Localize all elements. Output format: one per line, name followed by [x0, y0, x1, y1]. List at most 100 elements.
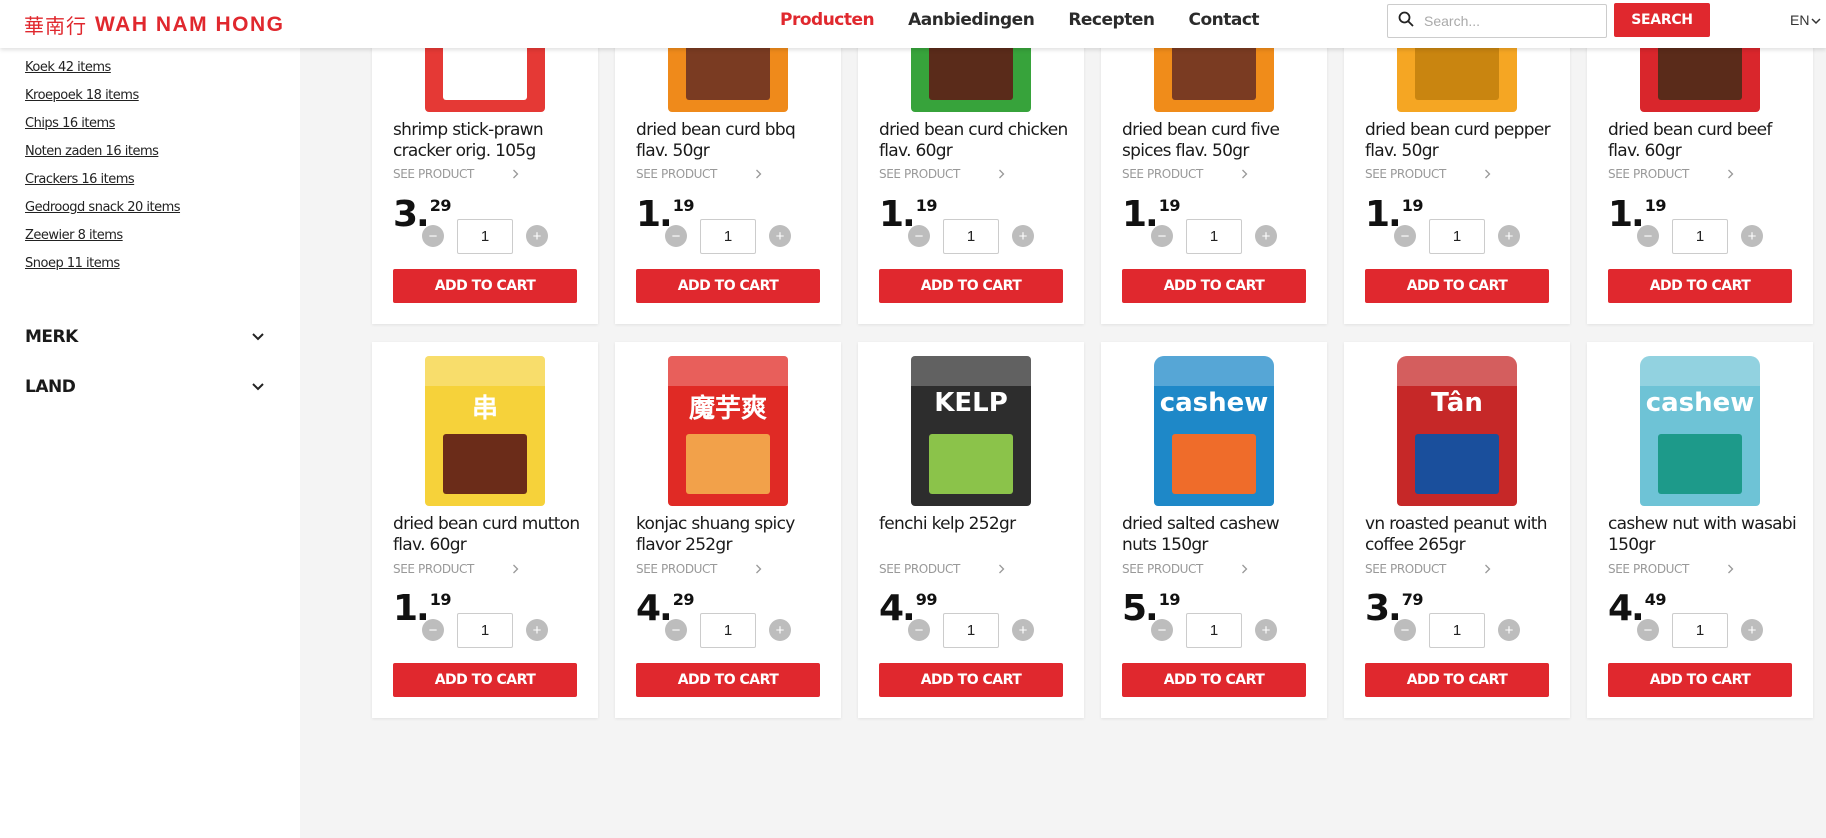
see-product-link[interactable]: SEE PRODUCT: [1365, 167, 1491, 181]
decrease-quantity-button[interactable]: −: [908, 619, 930, 641]
category-noten-zaden[interactable]: Noten zaden 16 items: [25, 138, 180, 166]
product-card[interactable]: 串 dried bean curd chicken flav. 60gr SEE…: [858, 0, 1084, 324]
product-image[interactable]: KELP: [879, 356, 1063, 506]
product-title[interactable]: cashew nut with wasabi 150gr: [1608, 514, 1798, 556]
category-chips[interactable]: Chips 16 items: [25, 110, 180, 138]
category-zeewier[interactable]: Zeewier 8 items: [25, 222, 180, 250]
nav-recepten[interactable]: Recepten: [1068, 10, 1155, 30]
category-snoep[interactable]: Snoep 11 items: [25, 250, 180, 278]
add-to-cart-button[interactable]: ADD TO CART: [393, 269, 577, 303]
add-to-cart-button[interactable]: ADD TO CART: [1365, 663, 1549, 697]
decrease-quantity-button[interactable]: −: [1394, 619, 1416, 641]
decrease-quantity-button[interactable]: −: [1637, 619, 1659, 641]
see-product-link[interactable]: SEE PRODUCT: [879, 167, 1005, 181]
decrease-quantity-button[interactable]: −: [908, 225, 930, 247]
product-image[interactable]: 串: [393, 356, 577, 506]
add-to-cart-button[interactable]: ADD TO CART: [1122, 663, 1306, 697]
product-card[interactable]: KELP fenchi kelp 252gr SEE PRODUCT 4. 99…: [858, 342, 1084, 718]
product-title[interactable]: dried bean curd beef flav. 60gr: [1608, 120, 1798, 162]
category-koek[interactable]: Koek 42 items: [25, 54, 180, 82]
decrease-quantity-button[interactable]: −: [1637, 225, 1659, 247]
nav-contact[interactable]: Contact: [1188, 10, 1259, 30]
see-product-link[interactable]: SEE PRODUCT: [1122, 562, 1248, 576]
product-card[interactable]: 香 dried bean curd bbq flav. 50gr SEE PRO…: [615, 0, 841, 324]
quantity-input[interactable]: [1429, 612, 1485, 648]
add-to-cart-button[interactable]: ADD TO CART: [1608, 663, 1792, 697]
quantity-input[interactable]: [943, 612, 999, 648]
increase-quantity-button[interactable]: +: [1012, 225, 1034, 247]
category-kroepoek[interactable]: Kroepoek 18 items: [25, 82, 180, 110]
product-image[interactable]: 魔芋爽: [636, 356, 820, 506]
increase-quantity-button[interactable]: +: [1255, 619, 1277, 641]
nav-producten[interactable]: Producten: [780, 10, 875, 30]
product-title[interactable]: dried bean curd mutton flav. 60gr: [393, 514, 583, 556]
product-title[interactable]: dried bean curd bbq flav. 50gr: [636, 120, 826, 162]
see-product-link[interactable]: SEE PRODUCT: [393, 167, 519, 181]
product-card[interactable]: 香 dried bean curd pepper flav. 50gr SEE …: [1344, 0, 1570, 324]
brand-logo[interactable]: 華南行 WAH NAM HONG: [24, 10, 285, 39]
nav-aanbiedingen[interactable]: Aanbiedingen: [908, 10, 1035, 30]
increase-quantity-button[interactable]: +: [526, 619, 548, 641]
see-product-link[interactable]: SEE PRODUCT: [1608, 562, 1734, 576]
category-gedroogd-snack[interactable]: Gedroogd snack 20 items: [25, 194, 181, 222]
increase-quantity-button[interactable]: +: [769, 225, 791, 247]
product-card[interactable]: cashew cashew nut with wasabi 150gr SEE …: [1587, 342, 1813, 718]
see-product-link[interactable]: SEE PRODUCT: [879, 562, 1005, 576]
see-product-link[interactable]: SEE PRODUCT: [1365, 562, 1491, 576]
see-product-link[interactable]: SEE PRODUCT: [1608, 167, 1734, 181]
increase-quantity-button[interactable]: +: [1498, 619, 1520, 641]
decrease-quantity-button[interactable]: −: [1151, 619, 1173, 641]
product-title[interactable]: dried bean curd chicken flav. 60gr: [879, 120, 1069, 162]
product-image[interactable]: Tân: [1365, 356, 1549, 506]
category-crackers[interactable]: Crackers 16 items: [25, 166, 180, 194]
search-input[interactable]: [1424, 13, 1594, 29]
product-title[interactable]: vn roasted peanut with coffee 265gr: [1365, 514, 1555, 556]
quantity-input[interactable]: [700, 612, 756, 648]
product-title[interactable]: fenchi kelp 252gr: [879, 514, 1069, 535]
see-product-link[interactable]: SEE PRODUCT: [636, 562, 762, 576]
increase-quantity-button[interactable]: +: [1741, 619, 1763, 641]
product-image[interactable]: cashew: [1122, 356, 1306, 506]
quantity-input[interactable]: [1429, 218, 1485, 254]
see-product-link[interactable]: SEE PRODUCT: [636, 167, 762, 181]
search-button[interactable]: SEARCH: [1614, 3, 1710, 37]
quantity-input[interactable]: [457, 612, 513, 648]
product-title[interactable]: shrimp stick-prawn cracker orig. 105g: [393, 120, 583, 162]
product-title[interactable]: dried salted cashew nuts 150gr: [1122, 514, 1312, 556]
decrease-quantity-button[interactable]: −: [422, 619, 444, 641]
add-to-cart-button[interactable]: ADD TO CART: [636, 269, 820, 303]
increase-quantity-button[interactable]: +: [1012, 619, 1034, 641]
add-to-cart-button[interactable]: ADD TO CART: [1122, 269, 1306, 303]
quantity-input[interactable]: [457, 218, 513, 254]
language-selector[interactable]: EN: [1790, 12, 1821, 28]
quantity-input[interactable]: [1672, 612, 1728, 648]
decrease-quantity-button[interactable]: −: [1394, 225, 1416, 247]
filter-merk[interactable]: MERK: [25, 322, 265, 352]
decrease-quantity-button[interactable]: −: [665, 225, 687, 247]
decrease-quantity-button[interactable]: −: [665, 619, 687, 641]
product-card[interactable]: 魔芋爽 konjac shuang spicy flavor 252gr SEE…: [615, 342, 841, 718]
decrease-quantity-button[interactable]: −: [422, 225, 444, 247]
quantity-input[interactable]: [1672, 218, 1728, 254]
add-to-cart-button[interactable]: ADD TO CART: [393, 663, 577, 697]
product-title[interactable]: dried bean curd pepper flav. 50gr: [1365, 120, 1555, 162]
quantity-input[interactable]: [943, 218, 999, 254]
product-title[interactable]: konjac shuang spicy flavor 252gr: [636, 514, 826, 556]
increase-quantity-button[interactable]: +: [1741, 225, 1763, 247]
product-card[interactable]: 香 dried bean curd five spices flav. 50gr…: [1101, 0, 1327, 324]
add-to-cart-button[interactable]: ADD TO CART: [879, 663, 1063, 697]
product-title[interactable]: dried bean curd five spices flav. 50gr: [1122, 120, 1312, 162]
add-to-cart-button[interactable]: ADD TO CART: [636, 663, 820, 697]
product-card[interactable]: cashew dried salted cashew nuts 150gr SE…: [1101, 342, 1327, 718]
quantity-input[interactable]: [1186, 218, 1242, 254]
quantity-input[interactable]: [1186, 612, 1242, 648]
increase-quantity-button[interactable]: +: [1255, 225, 1277, 247]
increase-quantity-button[interactable]: +: [1498, 225, 1520, 247]
decrease-quantity-button[interactable]: −: [1151, 225, 1173, 247]
filter-land[interactable]: LAND: [25, 372, 265, 402]
product-image[interactable]: cashew: [1608, 356, 1792, 506]
quantity-input[interactable]: [700, 218, 756, 254]
increase-quantity-button[interactable]: +: [769, 619, 791, 641]
add-to-cart-button[interactable]: ADD TO CART: [879, 269, 1063, 303]
product-card[interactable]: 虾 shrimp stick-prawn cracker orig. 105g …: [372, 0, 598, 324]
